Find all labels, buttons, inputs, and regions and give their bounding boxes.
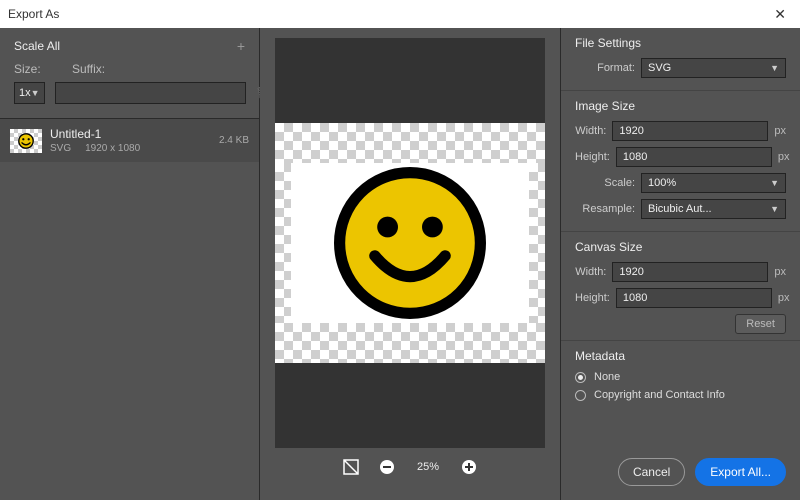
image-height-label: Height: xyxy=(575,151,610,163)
format-value: SVG xyxy=(648,62,671,74)
right-panel: File Settings Format: SVG ▼ Image Size W… xyxy=(560,28,800,500)
preview-transparency-right xyxy=(529,163,545,323)
image-width-input[interactable] xyxy=(612,121,768,141)
metadata-copyright-option[interactable]: Copyright and Contact Info xyxy=(575,389,786,401)
scale-label: Scale: xyxy=(575,177,635,189)
asset-item[interactable]: Untitled-1 SVG 1920 x 1080 2.4 KB xyxy=(0,119,259,162)
reset-button[interactable]: Reset xyxy=(735,314,786,334)
cancel-button[interactable]: Cancel xyxy=(618,458,685,486)
size-select[interactable]: 1x ▼ xyxy=(14,82,45,104)
preview-transparency-bottom xyxy=(275,323,545,363)
image-height-input[interactable] xyxy=(616,147,772,167)
canvas-width-label: Width: xyxy=(575,266,606,278)
chevron-down-icon: ▼ xyxy=(770,204,779,214)
image-width-unit: px xyxy=(774,125,786,137)
format-label: Format: xyxy=(575,62,635,74)
image-width-label: Width: xyxy=(575,125,606,137)
canvas-width-input[interactable] xyxy=(612,262,768,282)
chevron-down-icon: ▼ xyxy=(770,178,779,188)
radio-icon xyxy=(575,372,586,383)
size-label: Size: xyxy=(14,62,62,76)
metadata-none-label: None xyxy=(594,371,620,383)
scale-value: 100% xyxy=(648,177,676,189)
chevron-down-icon: ▼ xyxy=(770,63,779,73)
asset-format: SVG xyxy=(50,143,71,154)
resample-select[interactable]: Bicubic Aut... ▼ xyxy=(641,199,786,219)
zoom-out-icon[interactable] xyxy=(378,458,396,476)
metadata-heading: Metadata xyxy=(575,349,786,363)
two-up-icon[interactable] xyxy=(342,458,360,476)
scale-select[interactable]: 100% ▼ xyxy=(641,173,786,193)
suffix-input[interactable] xyxy=(55,82,246,104)
suffix-label: Suffix: xyxy=(72,62,228,76)
asset-dimensions: 1920 x 1080 xyxy=(85,143,140,154)
preview-transparency-left xyxy=(275,163,291,323)
format-select[interactable]: SVG ▼ xyxy=(641,58,786,78)
preview-image xyxy=(291,163,529,323)
canvas-height-input[interactable] xyxy=(616,288,772,308)
asset-thumbnail xyxy=(10,129,42,153)
resample-value: Bicubic Aut... xyxy=(648,203,712,215)
preview-transparency-top xyxy=(275,123,545,163)
export-all-button[interactable]: Export All... xyxy=(695,458,786,486)
asset-list: Untitled-1 SVG 1920 x 1080 2.4 KB xyxy=(0,118,259,162)
zoom-level: 25% xyxy=(414,461,442,473)
chevron-down-icon: ▼ xyxy=(31,88,40,98)
asset-filesize: 2.4 KB xyxy=(219,135,249,146)
metadata-copyright-label: Copyright and Contact Info xyxy=(594,389,725,401)
file-settings-heading: File Settings xyxy=(575,36,786,50)
scale-all-heading: Scale All xyxy=(14,39,60,53)
window-title: Export As xyxy=(8,7,59,21)
radio-icon xyxy=(575,390,586,401)
add-scale-icon[interactable]: + xyxy=(237,38,245,54)
canvas-height-unit: px xyxy=(778,292,790,304)
size-value: 1x xyxy=(19,87,31,99)
zoom-in-icon[interactable] xyxy=(460,458,478,476)
image-height-unit: px xyxy=(778,151,790,163)
asset-name: Untitled-1 xyxy=(50,127,211,141)
close-icon[interactable]: ✕ xyxy=(768,6,792,23)
canvas-width-unit: px xyxy=(774,266,786,278)
canvas-height-label: Height: xyxy=(575,292,610,304)
image-size-heading: Image Size xyxy=(575,99,786,113)
metadata-none-option[interactable]: None xyxy=(575,371,786,383)
preview-viewport xyxy=(275,38,545,448)
resample-label: Resample: xyxy=(575,203,635,215)
canvas-size-heading: Canvas Size xyxy=(575,240,786,254)
left-panel: Scale All + Size: Suffix: + 1x ▼ 🗑 xyxy=(0,28,260,500)
preview-panel: 25% xyxy=(260,28,560,500)
